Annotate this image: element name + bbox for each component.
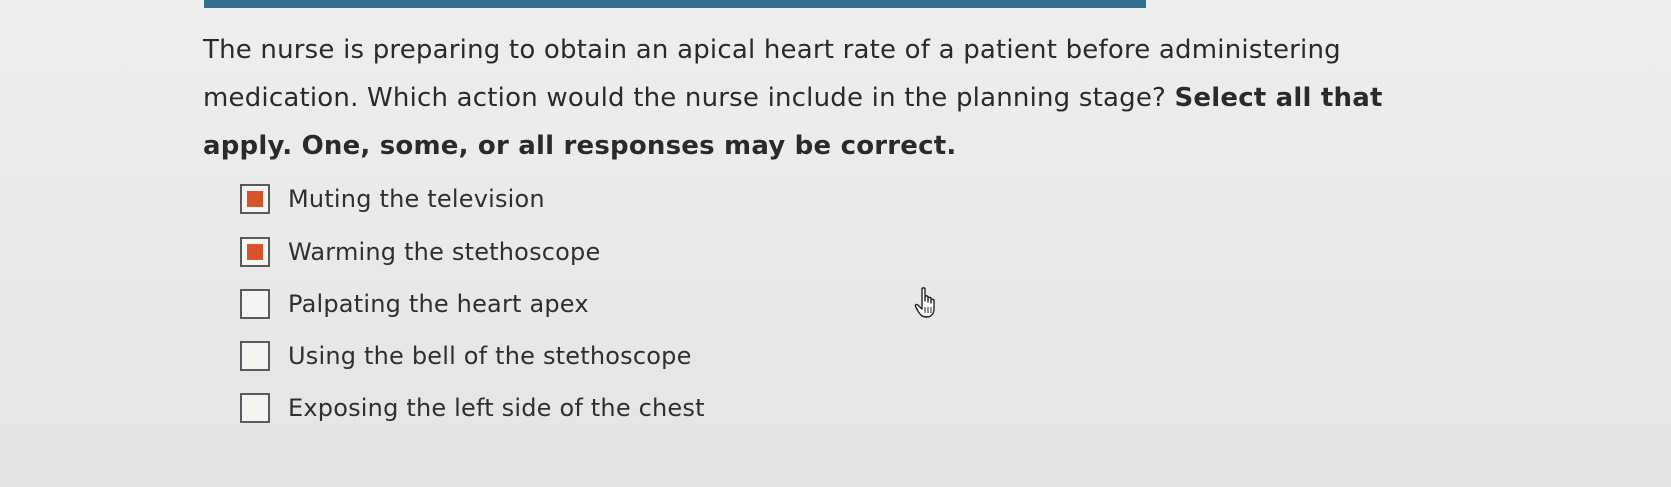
option-warming-stethoscope[interactable]: Warming the stethoscope <box>240 232 600 272</box>
option-label: Warming the stethoscope <box>288 238 601 266</box>
checkbox-checked[interactable] <box>240 184 270 214</box>
checkbox-unchecked[interactable] <box>240 289 270 319</box>
option-exposing-chest[interactable]: Exposing the left side of the chest <box>240 388 705 428</box>
checkbox-unchecked[interactable] <box>240 393 270 423</box>
option-muting-television[interactable]: Muting the television <box>240 179 545 219</box>
option-label: Using the bell of the stethoscope <box>288 342 692 370</box>
hand-pointer-icon <box>914 287 935 318</box>
question-text: The nurse is preparing to obtain an apic… <box>203 26 1423 170</box>
option-label: Exposing the left side of the chest <box>288 394 705 422</box>
checkbox-check-mark <box>247 191 263 207</box>
checkbox-checked[interactable] <box>240 237 270 267</box>
checkbox-unchecked[interactable] <box>240 341 270 371</box>
option-palpating-heart-apex[interactable]: Palpating the heart apex <box>240 284 589 324</box>
checkbox-check-mark <box>247 244 263 260</box>
header-accent-bar <box>204 0 1146 8</box>
option-label: Palpating the heart apex <box>288 290 589 318</box>
option-label: Muting the television <box>288 185 545 213</box>
question-stem: The nurse is preparing to obtain an apic… <box>203 35 1341 113</box>
option-using-bell[interactable]: Using the bell of the stethoscope <box>240 336 692 376</box>
